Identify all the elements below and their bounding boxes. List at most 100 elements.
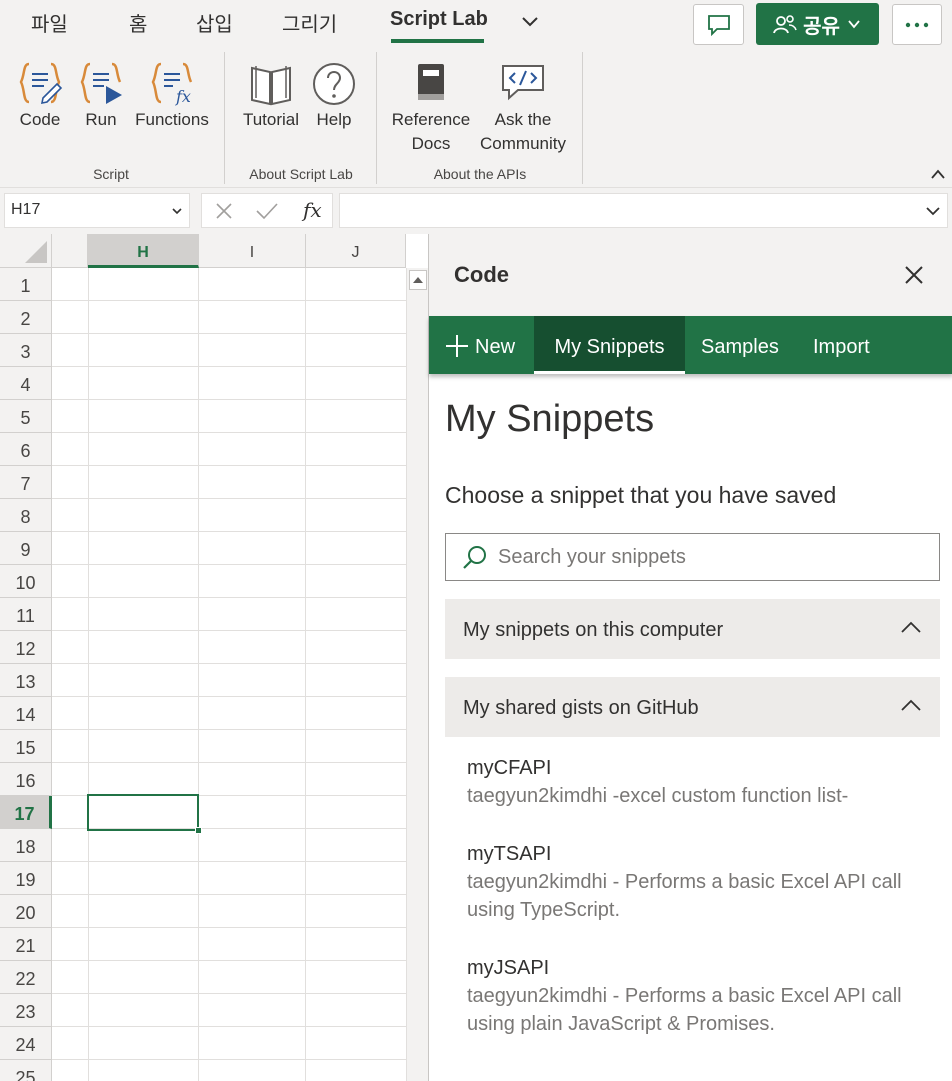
close-icon[interactable]	[901, 262, 927, 288]
select-all-corner[interactable]	[0, 234, 52, 268]
column-gridline	[305, 268, 306, 1081]
column-gridline	[198, 268, 199, 1081]
tab-draw[interactable]: 그리기	[282, 8, 337, 37]
snippet-search-box[interactable]	[445, 533, 940, 581]
ribbon: Code Run fx Functions Script Tutorial He…	[0, 48, 952, 188]
list-item[interactable]: myCFAPI taegyun2kimdhi -excel custom fun…	[467, 754, 937, 810]
row-header-18[interactable]: 18	[0, 829, 52, 862]
section-local-snippets[interactable]: My snippets on this computer	[445, 599, 940, 659]
row-gridline	[52, 366, 408, 367]
svg-text:fx: fx	[175, 87, 191, 106]
triangle-up-icon	[413, 277, 423, 283]
row-header-19[interactable]: 19	[0, 862, 52, 895]
tab-insert[interactable]: 삽입	[196, 8, 233, 37]
section-github-gists[interactable]: My shared gists on GitHub	[445, 677, 940, 737]
snippet-description: taegyun2kimdhi -excel custom function li…	[467, 785, 849, 807]
run-button[interactable]: Run	[76, 60, 126, 132]
row-header-24[interactable]: 24	[0, 1027, 52, 1060]
search-input[interactable]	[498, 534, 928, 580]
row-gridline	[52, 432, 408, 433]
row-header-14[interactable]: 14	[0, 697, 52, 730]
scroll-up-button[interactable]	[409, 270, 427, 290]
column-header-h[interactable]: H	[88, 234, 199, 268]
row-header-3[interactable]: 3	[0, 334, 52, 367]
formula-input[interactable]	[339, 193, 948, 228]
list-item[interactable]: myJSAPI taegyun2kimdhi - Performs a basi…	[467, 954, 937, 1038]
row-header-11[interactable]: 11	[0, 598, 52, 631]
chevron-up-icon	[901, 699, 921, 711]
formula-buttons: fx	[201, 193, 333, 228]
section-label: My snippets on this computer	[463, 619, 724, 641]
enter-check-icon[interactable]	[255, 202, 279, 220]
more-options-button[interactable]	[892, 4, 942, 45]
help-label: Help	[316, 110, 352, 129]
row-header-1[interactable]: 1	[0, 268, 52, 301]
row-header-15[interactable]: 15	[0, 730, 52, 763]
pane-header: Code	[429, 234, 952, 316]
row-header-23[interactable]: 23	[0, 994, 52, 1027]
column-header-j[interactable]: J	[306, 234, 406, 268]
more-tabs-chevron-icon[interactable]	[518, 10, 542, 34]
chevron-down-icon	[848, 20, 860, 29]
group-divider	[224, 52, 225, 184]
row-header-25[interactable]: 25	[0, 1060, 52, 1081]
fill-handle[interactable]	[195, 827, 202, 834]
row-gridline	[52, 927, 408, 928]
row-header-12[interactable]: 12	[0, 631, 52, 664]
tab-file[interactable]: 파일	[31, 8, 68, 37]
run-label: Run	[85, 110, 117, 129]
tab-home[interactable]: 홈	[129, 8, 147, 37]
tutorial-button[interactable]: Tutorial	[238, 60, 304, 132]
row-header-6[interactable]: 6	[0, 433, 52, 466]
row-gridline	[52, 1059, 408, 1060]
row-header-10[interactable]: 10	[0, 565, 52, 598]
row-header-4[interactable]: 4	[0, 367, 52, 400]
ask-community-label-1: Ask the	[494, 110, 552, 129]
row-header-22[interactable]: 22	[0, 961, 52, 994]
share-button[interactable]: 공유	[756, 3, 879, 45]
column-header-g[interactable]	[52, 234, 88, 268]
tab-import[interactable]: Import	[813, 316, 870, 374]
functions-button[interactable]: fx Functions	[132, 60, 212, 132]
snippet-description: using TypeScript.	[467, 899, 621, 921]
name-box-value: H17	[11, 201, 41, 218]
expand-formula-chevron-icon[interactable]	[925, 205, 941, 217]
tab-script-lab[interactable]: Script Lab	[390, 8, 488, 31]
row-header-16[interactable]: 16	[0, 763, 52, 796]
row-header-20[interactable]: 20	[0, 895, 52, 928]
row-header-8[interactable]: 8	[0, 499, 52, 532]
group-label-about-script-lab: About Script Lab	[249, 166, 353, 182]
reference-docs-button[interactable]: Reference Docs	[388, 60, 474, 156]
row-gridline	[52, 894, 408, 895]
name-box[interactable]: H17	[4, 193, 190, 228]
ask-community-button[interactable]: Ask the Community	[474, 60, 572, 156]
plus-icon	[446, 335, 468, 357]
row-gridline	[52, 1026, 408, 1027]
selected-cell-h17[interactable]	[87, 794, 199, 831]
row-gridline	[52, 564, 408, 565]
collapse-ribbon-chevron-icon[interactable]	[928, 166, 948, 182]
row-header-5[interactable]: 5	[0, 400, 52, 433]
row-header-13[interactable]: 13	[0, 664, 52, 697]
list-item[interactable]: myTSAPI taegyun2kimdhi - Performs a basi…	[467, 840, 937, 924]
row-header-9[interactable]: 9	[0, 532, 52, 565]
cancel-x-icon[interactable]	[215, 202, 233, 220]
row-header-17[interactable]: 17	[0, 796, 52, 829]
pane-title: Code	[454, 262, 509, 287]
row-header-21[interactable]: 21	[0, 928, 52, 961]
row-header-7[interactable]: 7	[0, 466, 52, 499]
row-gridline	[52, 399, 408, 400]
insert-function-fx-icon[interactable]: fx	[303, 198, 322, 222]
vertical-scrollbar[interactable]	[406, 268, 428, 1081]
new-snippet-button[interactable]: New	[443, 316, 539, 374]
column-header-i[interactable]: I	[199, 234, 306, 268]
pane-navigation: New My Snippets Samples Import	[429, 316, 952, 374]
tab-samples[interactable]: Samples	[701, 316, 779, 374]
row-gridline	[52, 531, 408, 532]
tab-my-snippets[interactable]: My Snippets	[534, 316, 685, 374]
help-button[interactable]: Help	[310, 60, 358, 132]
tutorial-label: Tutorial	[242, 110, 300, 129]
comments-button[interactable]	[693, 4, 744, 45]
code-button[interactable]: Code	[14, 60, 66, 132]
row-header-2[interactable]: 2	[0, 301, 52, 334]
